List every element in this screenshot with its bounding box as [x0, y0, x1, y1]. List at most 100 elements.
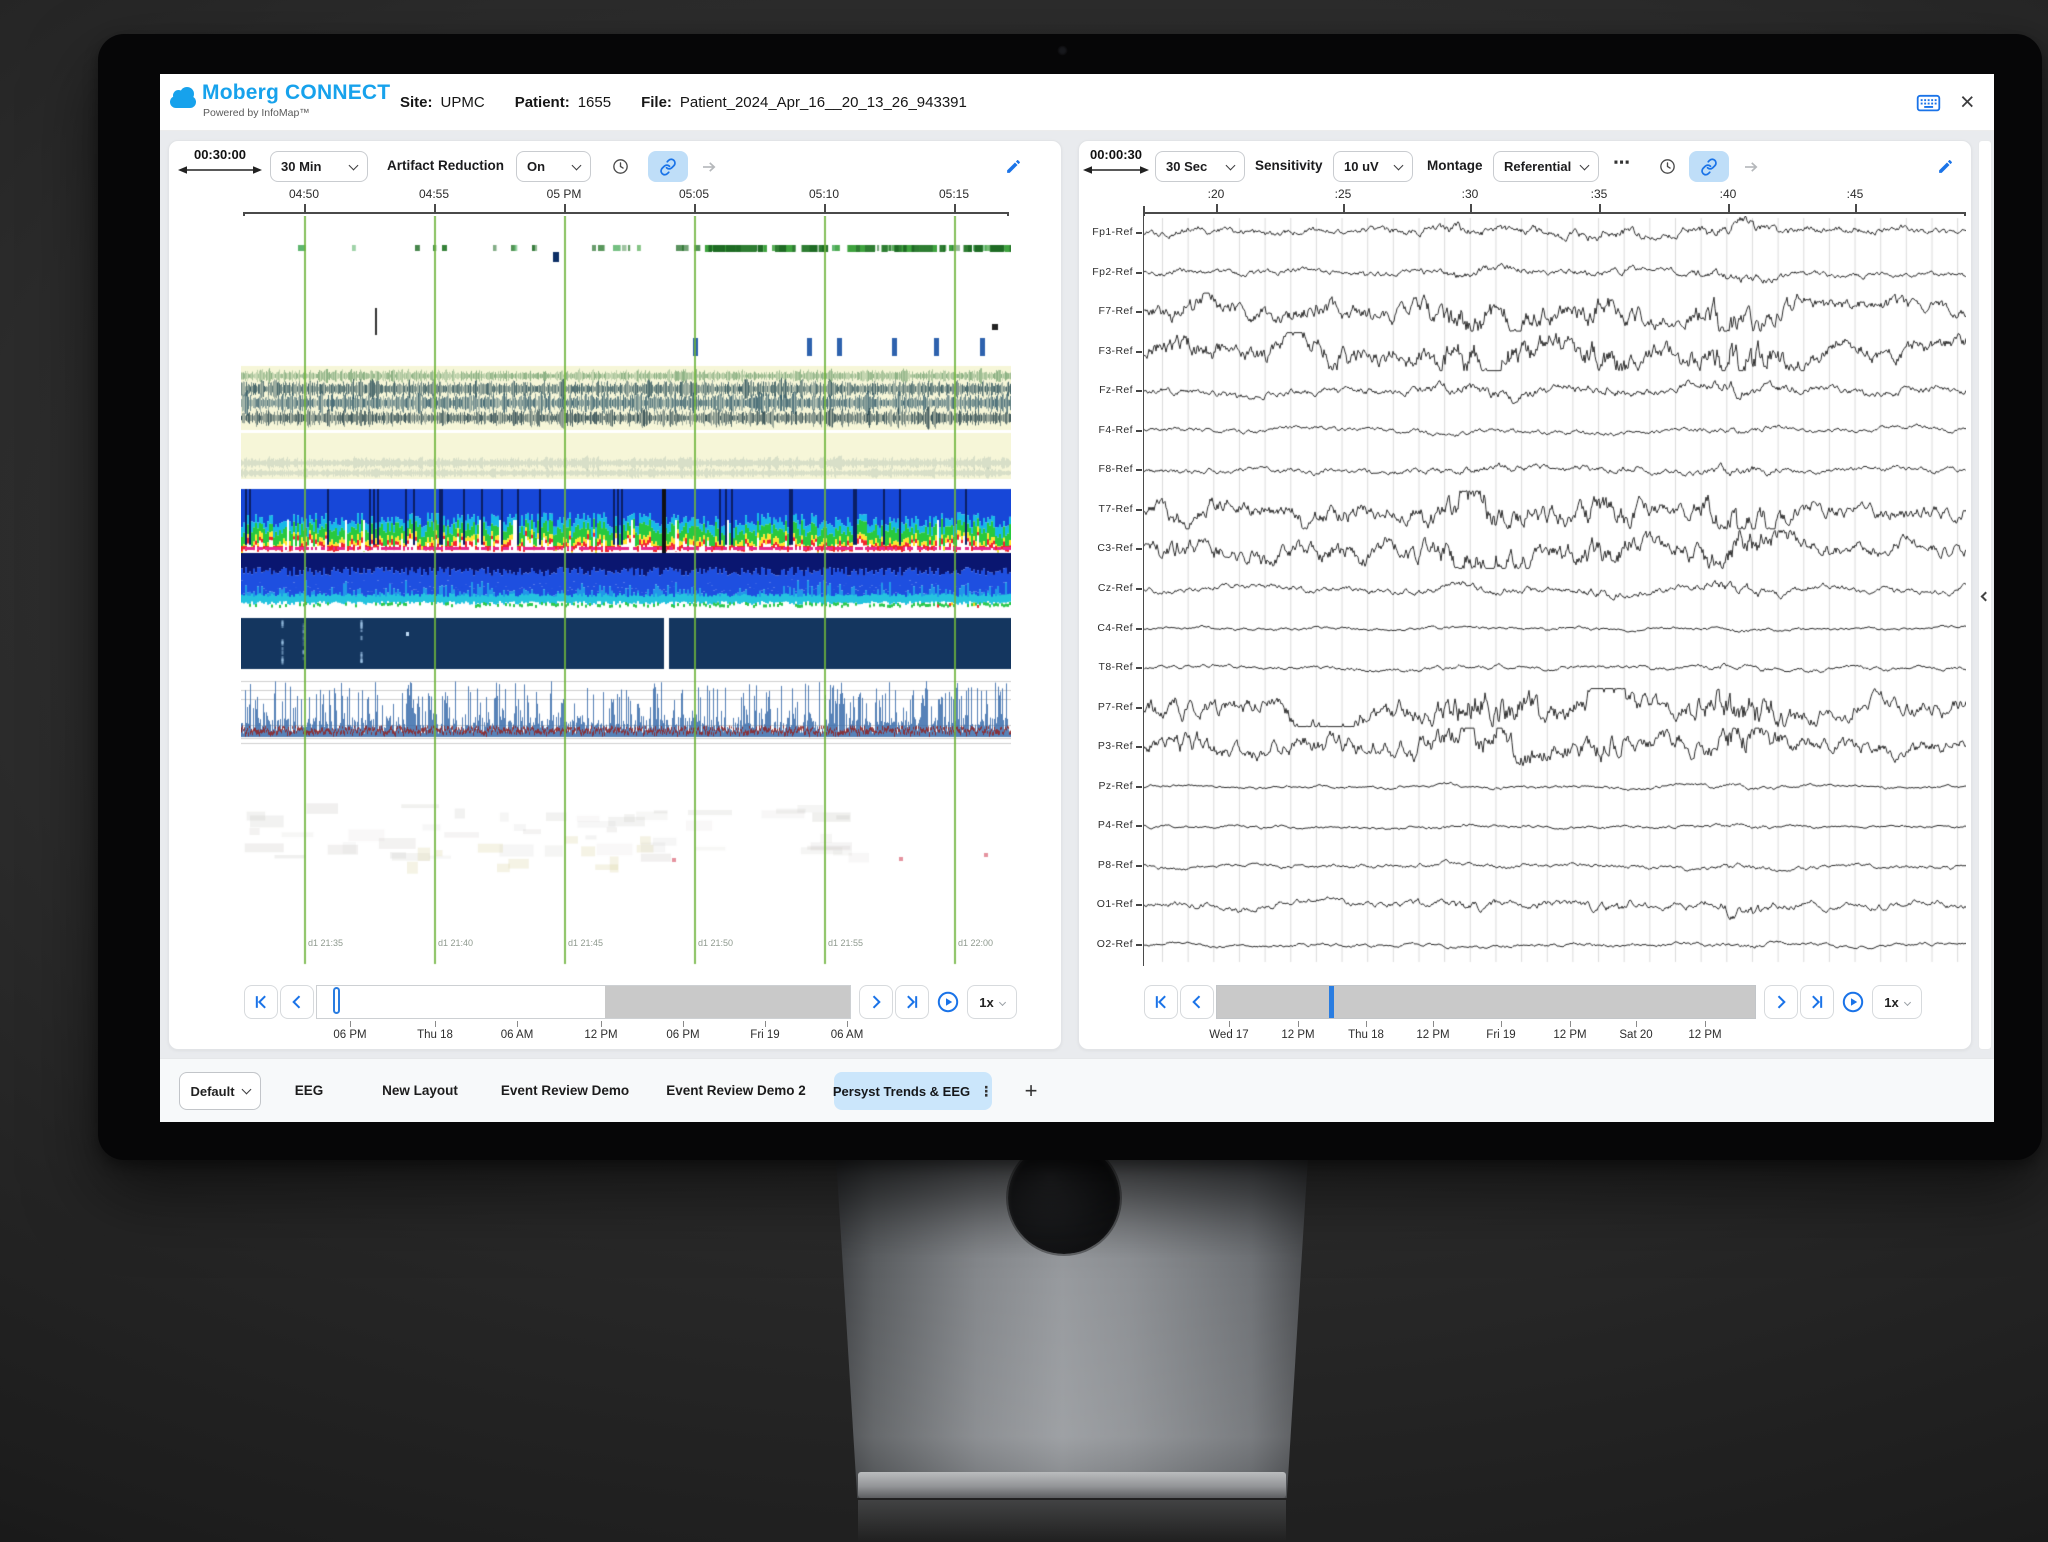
eeg-timescale-select[interactable]: 30 Sec [1155, 151, 1245, 182]
channel-label: C3-Ref [1081, 542, 1133, 554]
timeline-tick [1570, 1021, 1571, 1027]
step-back-button[interactable] [280, 985, 314, 1019]
trend-display-canvas[interactable] [241, 216, 1011, 966]
keyboard-shortcuts-button[interactable] [1916, 74, 1941, 131]
collapse-side-panel-button[interactable] [1978, 140, 1992, 1050]
edit-panel-button[interactable] [1927, 151, 1963, 182]
close-button[interactable]: × [1960, 74, 1975, 131]
chevron-left-icon [287, 992, 307, 1012]
close-icon: × [1960, 90, 1975, 115]
timeline-label: 06 AM [487, 1029, 547, 1041]
channel-label: Cz-Ref [1081, 582, 1133, 594]
trend-window-length: 00:30:00 [178, 147, 262, 162]
chevron-down-icon [1580, 160, 1590, 170]
tab-event-review-demo[interactable]: Event Review Demo [501, 1083, 629, 1098]
chevron-left-icon [1187, 992, 1207, 1012]
timeline-label: 12 PM [1675, 1029, 1735, 1041]
timeline-tick [683, 1021, 684, 1027]
eeg-time-axis [1144, 212, 1966, 214]
channel-tick [1136, 904, 1142, 906]
step-back-button[interactable] [1180, 985, 1214, 1019]
timeline-label: 06 PM [320, 1029, 380, 1041]
site-label: Site: [400, 94, 433, 111]
forward-sync-button[interactable] [1733, 151, 1769, 182]
channel-label: P4-Ref [1081, 819, 1133, 831]
axis-tick-label: :40 [1708, 187, 1748, 201]
tab-event-review-demo-2[interactable]: Event Review Demo 2 [666, 1083, 806, 1098]
window-span-arrow-icon [178, 165, 262, 175]
skip-forward-icon [1807, 992, 1827, 1012]
timeline-tick [1229, 1021, 1230, 1027]
timeline-unloaded-region [605, 986, 850, 1018]
sync-link-button[interactable] [1689, 151, 1729, 182]
sensitivity-label: Sensitivity [1255, 158, 1323, 173]
monitor-stand [836, 1156, 1308, 1498]
axis-tick [434, 204, 436, 213]
tab-eeg[interactable]: EEG [295, 1083, 324, 1098]
desktop-background: Moberg CONNECT Powered by InfoMap™ Site:… [0, 0, 2048, 1542]
skip-to-end-button[interactable] [895, 985, 929, 1019]
timeline-cursor[interactable] [1329, 986, 1334, 1018]
skip-to-start-button[interactable] [244, 985, 278, 1019]
patient-value: 1655 [578, 94, 611, 111]
patient-label: Patient: [515, 94, 570, 111]
edit-panel-button[interactable] [995, 151, 1031, 182]
timeline-tick [435, 1021, 436, 1027]
trend-cursor-label: d1 21:45 [568, 938, 603, 948]
timeline-tick [601, 1021, 602, 1027]
chevron-down-icon [349, 160, 359, 170]
skip-to-start-button[interactable] [1144, 985, 1178, 1019]
eeg-display-canvas[interactable] [1144, 216, 1966, 966]
timeline-label: Sat 20 [1606, 1029, 1666, 1041]
axis-tick-label: :35 [1579, 187, 1619, 201]
forward-sync-button[interactable] [691, 151, 727, 182]
artifact-reduction-select[interactable]: On [516, 151, 591, 182]
chevron-down-icon [241, 1085, 251, 1095]
timeline-label: 12 PM [1540, 1029, 1600, 1041]
chevron-left-icon [1981, 592, 1991, 602]
sync-link-button[interactable] [648, 151, 688, 182]
channel-tick [1136, 469, 1142, 471]
axis-tick [1343, 204, 1345, 212]
history-button[interactable] [602, 151, 638, 182]
skip-back-icon [251, 992, 271, 1012]
timeline-label: Fri 19 [735, 1029, 795, 1041]
tab-persyst-trends-eeg[interactable]: Persyst Trends & EEG ⋮ [834, 1072, 992, 1110]
link-icon [1700, 158, 1718, 176]
montage-select[interactable]: Referential [1493, 151, 1599, 182]
tab-new-layout[interactable]: New Layout [382, 1083, 458, 1098]
more-options-button[interactable]: ⋯ [1613, 153, 1631, 173]
playback-speed-select[interactable]: 1x [1872, 985, 1922, 1019]
play-button[interactable] [931, 985, 965, 1019]
eeg-timeline-track[interactable] [1216, 985, 1756, 1019]
trend-timescale-select[interactable]: 30 Min [270, 151, 368, 182]
add-layout-button[interactable]: + [1025, 1078, 1038, 1104]
site-value: UPMC [441, 94, 485, 111]
trend-timeline-track[interactable] [316, 985, 851, 1019]
arrow-right-icon [1741, 158, 1761, 176]
play-button[interactable] [1836, 985, 1870, 1019]
step-forward-button[interactable] [1764, 985, 1798, 1019]
channel-label: F8-Ref [1081, 463, 1133, 475]
channel-tick [1136, 707, 1142, 709]
sensitivity-select[interactable]: 10 uV [1333, 151, 1413, 182]
file-value: Patient_2024_Apr_16__20_13_26_943391 [680, 94, 967, 111]
montage-label: Montage [1427, 158, 1483, 173]
timeline-cursor[interactable] [333, 987, 340, 1014]
app-subtitle: Powered by InfoMap™ [203, 107, 310, 119]
playback-speed-select[interactable]: 1x [967, 985, 1017, 1019]
step-forward-button[interactable] [859, 985, 893, 1019]
timeline-label: 12 PM [571, 1029, 631, 1041]
channel-tick [1136, 272, 1142, 274]
layout-selector[interactable]: Default [179, 1072, 261, 1110]
channel-label: O1-Ref [1081, 898, 1133, 910]
clock-icon [1658, 157, 1677, 176]
play-icon [1841, 990, 1865, 1014]
history-button[interactable] [1649, 151, 1685, 182]
kebab-menu-icon[interactable]: ⋮ [979, 1083, 993, 1100]
skip-to-end-button[interactable] [1800, 985, 1834, 1019]
channel-tick [1136, 667, 1142, 669]
timeline-tick [1433, 1021, 1434, 1027]
chevron-down-icon [1904, 998, 1911, 1005]
channel-tick [1136, 786, 1142, 788]
